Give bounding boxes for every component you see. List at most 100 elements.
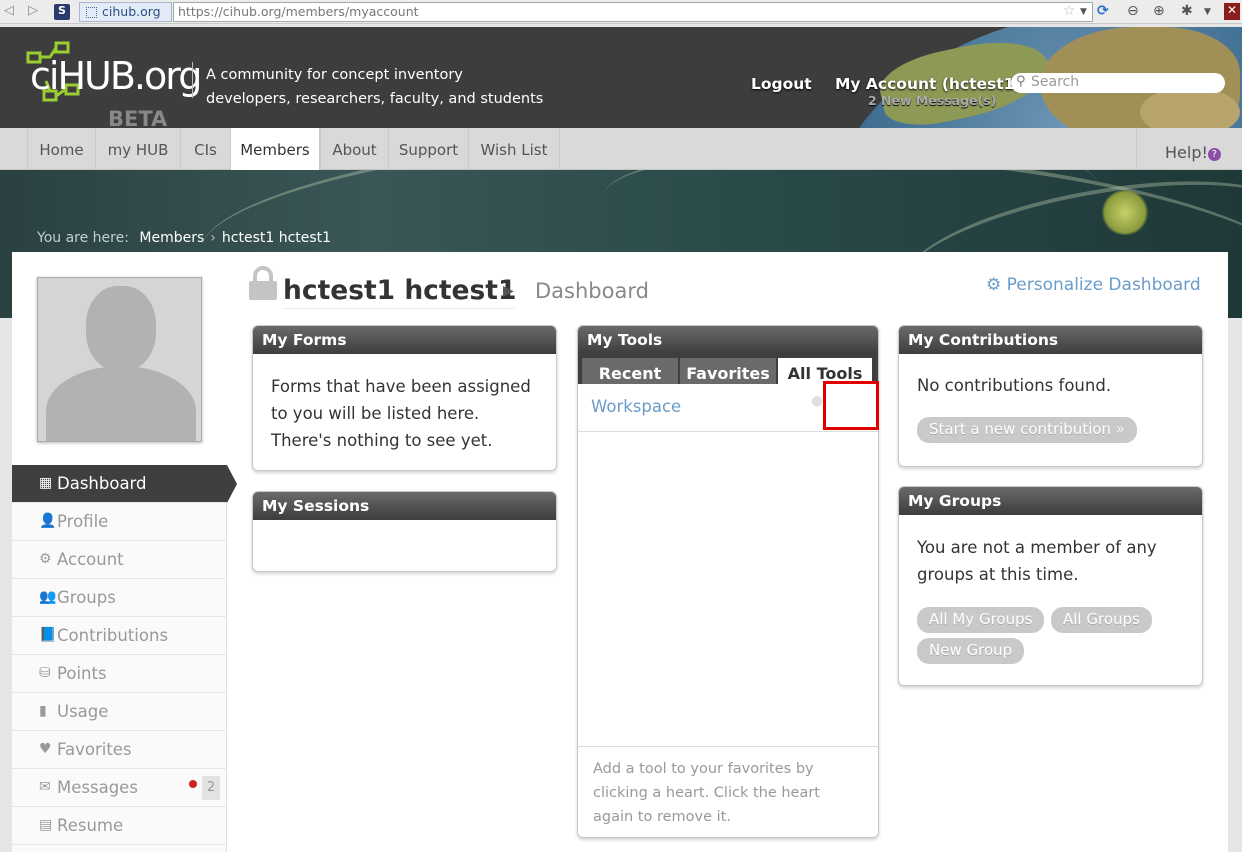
sidebar-item-resume[interactable]: ▤ Resume <box>12 807 227 845</box>
neuron-cell <box>1100 190 1150 235</box>
card-title: My Forms <box>253 326 556 354</box>
nav-tab-members[interactable]: Members <box>230 128 320 170</box>
site-identity-label: cihub.org <box>102 4 161 19</box>
new-group-button[interactable]: New Group <box>917 638 1025 664</box>
nav-tab-cis[interactable]: CIs <box>180 128 230 170</box>
sidebar-item-label: Contributions <box>57 626 169 645</box>
avatar-head <box>86 286 156 371</box>
sidebar-item-label: Groups <box>57 588 116 607</box>
nav-tab-support[interactable]: Support <box>388 128 468 170</box>
search-input[interactable]: ⚲ Search <box>1011 73 1225 93</box>
all-groups-button[interactable]: All Groups <box>1051 607 1152 633</box>
contributions-empty-text: No contributions found. <box>917 376 1112 395</box>
breadcrumb: You are here: Members › hctest1 hctest1 <box>37 230 331 246</box>
my-contributions-card: My Contributions No contributions found.… <box>898 325 1203 467</box>
lock-icon <box>249 266 277 300</box>
page-title: hctest1 hctest1 <box>283 275 517 309</box>
search-icon: ⚲ <box>1016 74 1026 89</box>
page-icon <box>86 7 97 18</box>
browser-toolbar: ◁ ▷ S cihub.org https://cihub.org/member… <box>0 0 1242 24</box>
tab-recent[interactable]: Recent <box>582 358 678 384</box>
sidebar-item-groups[interactable]: 👥 Groups <box>12 579 227 617</box>
sidebar-item-dashboard[interactable]: ▦ Dashboard <box>12 465 227 503</box>
personalize-dashboard-link[interactable]: ⚙ Personalize Dashboard <box>986 275 1201 295</box>
my-account-link[interactable]: My Account (hctest1) <box>835 75 1022 93</box>
section-title: Dashboard <box>535 279 649 303</box>
sidebar-item-label: Usage <box>57 702 109 721</box>
new-messages-link[interactable]: 2 New Message(s) <box>868 93 996 108</box>
bar-chart-icon: ▮ <box>39 703 47 719</box>
sidebar-item-favorites[interactable]: ♥ Favorites <box>12 731 227 769</box>
zoom-in-icon[interactable]: ⊕ <box>1153 3 1165 19</box>
card-title: My Groups <box>899 487 1202 515</box>
nav-tab-about[interactable]: About <box>320 128 388 170</box>
close-icon[interactable]: ✕ <box>1224 3 1240 20</box>
help-link[interactable]: Help!? <box>1136 128 1242 170</box>
all-my-groups-button[interactable]: All My Groups <box>917 607 1045 633</box>
addon-icon[interactable]: ✱ <box>1181 3 1193 19</box>
tab-favorites[interactable]: Favorites <box>680 358 776 384</box>
dashboard-icon: ▦ <box>39 475 53 491</box>
document-icon: ▤ <box>39 817 53 833</box>
beta-label: BETA <box>108 107 168 128</box>
back-arrow-icon[interactable]: ◁ <box>4 3 14 18</box>
sidebar-item-label: Dashboard <box>57 474 147 493</box>
start-contribution-button[interactable]: Start a new contribution » <box>917 417 1137 443</box>
reload-icon[interactable]: ⟳ <box>1097 3 1109 19</box>
tagline: A community for concept inventory develo… <box>206 63 546 111</box>
my-sessions-card: My Sessions <box>252 491 557 572</box>
breadcrumb-separator: › <box>210 230 216 246</box>
search-placeholder: Search <box>1031 74 1080 90</box>
sidebar-item-usage[interactable]: ▮ Usage <box>12 693 227 731</box>
title-arrow-icon: ▶ <box>503 283 514 299</box>
sidebar-item-label: Profile <box>57 512 109 531</box>
sidebar-item-label: Resume <box>57 816 124 835</box>
groups-empty-text: You are not a member of any groups at th… <box>917 538 1157 584</box>
my-forms-card: My Forms Forms that have been assigned t… <box>252 325 557 471</box>
site-logo[interactable]: ciHUB.org <box>30 54 202 98</box>
card-title: My Contributions <box>899 326 1202 354</box>
breadcrumb-item-members[interactable]: Members <box>139 230 204 246</box>
divider <box>578 431 878 432</box>
site-identity-button[interactable]: cihub.org <box>79 2 172 22</box>
sidebar-item-label: Points <box>57 664 107 683</box>
card-title: My Tools <box>578 326 878 354</box>
active-item-arrow <box>227 465 237 503</box>
sidebar-item-profile[interactable]: 👤 Profile <box>12 503 227 541</box>
user-icon: 👤 <box>39 513 57 529</box>
avatar <box>37 277 202 442</box>
envelope-icon: ✉ <box>39 779 51 795</box>
heart-icon: ♥ <box>39 741 52 757</box>
logout-link[interactable]: Logout <box>751 75 812 93</box>
my-groups-card: My Groups You are not a member of any gr… <box>898 486 1203 686</box>
favorite-heart-icon[interactable]: ● <box>811 393 823 409</box>
nav-tab-myhub[interactable]: my HUB <box>95 128 180 170</box>
menu-arrow-icon[interactable]: ▼ <box>1080 7 1087 17</box>
tagline-line: developers, researchers, faculty, and st… <box>206 91 544 107</box>
site-header: ciHUB.org BETA A community for concept i… <box>0 27 1242 128</box>
sidebar-item-account[interactable]: ⚙ Account <box>12 541 227 579</box>
zoom-out-icon[interactable]: ⊖ <box>1127 3 1139 19</box>
card-title: My Sessions <box>253 492 556 520</box>
logo-divider <box>192 62 193 98</box>
groups-icon: 👥 <box>39 589 57 605</box>
sidebar-item-contributions[interactable]: 📘 Contributions <box>12 617 227 655</box>
personalize-label: Personalize Dashboard <box>1006 275 1201 295</box>
sidebar-item-label: Messages <box>57 778 138 797</box>
forward-arrow-icon[interactable]: ▷ <box>28 3 38 18</box>
coins-icon: ⛁ <box>39 665 51 681</box>
tools-footer-text: Add a tool to your favorites by clicking… <box>578 746 878 837</box>
sidebar-item-messages[interactable]: ✉ Messages <box>12 769 227 807</box>
url-host: https://cihub.org <box>178 4 282 19</box>
s-addon-icon[interactable]: S <box>54 4 70 20</box>
nav-tab-home[interactable]: Home <box>27 128 95 170</box>
tool-link-workspace[interactable]: Workspace <box>591 397 681 416</box>
url-bar[interactable]: https://cihub.org/members/myaccount <box>173 2 1093 22</box>
star-icon[interactable]: ☆ <box>1063 3 1076 19</box>
main-nav: Home my HUB CIs Members About Support Wi… <box>0 128 1242 170</box>
tools-tabs: Recent Favorites All Tools <box>578 354 878 384</box>
dashboard-sidebar: ▦ Dashboard 👤 Profile ⚙ Account 👥 Groups 📘 Co… <box>12 465 227 852</box>
nav-tab-wishlist[interactable]: Wish List <box>468 128 560 170</box>
sidebar-item-points[interactable]: ⛁ Points <box>12 655 227 693</box>
menu-arrow-icon[interactable]: ▼ <box>1204 7 1211 17</box>
